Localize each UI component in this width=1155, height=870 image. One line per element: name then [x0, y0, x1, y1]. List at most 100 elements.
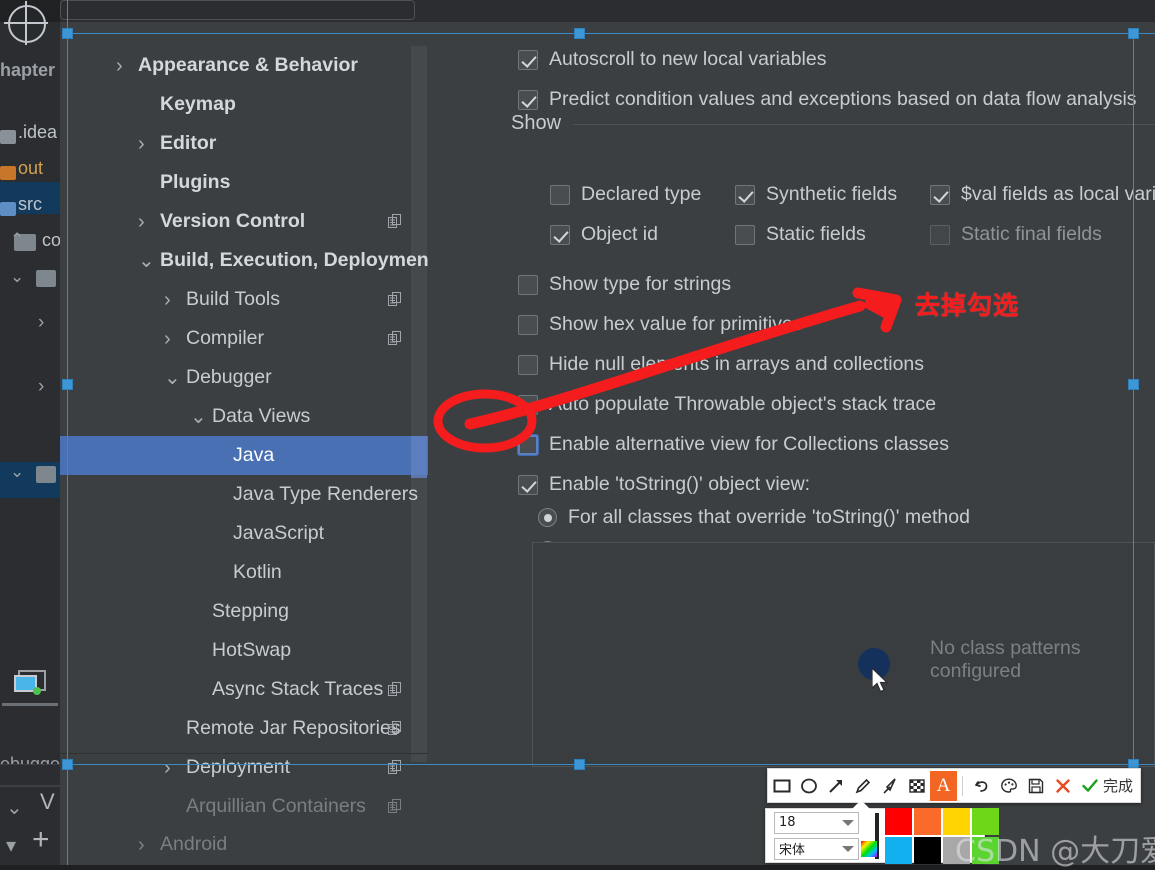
checkbox-autoscroll-to-new-local-variables[interactable]: [518, 49, 538, 70]
capture-toolbar[interactable]: A 完成: [767, 768, 1142, 803]
project-item-out[interactable]: out: [18, 158, 43, 179]
sidebar-item-plugins[interactable]: Plugins: [60, 163, 428, 202]
selection-handle-mr[interactable]: [1128, 379, 1139, 390]
checkbox-declared-type[interactable]: [550, 184, 570, 205]
chevron-right-icon[interactable]: ›: [164, 329, 171, 349]
project-item-src[interactable]: src: [18, 194, 42, 215]
selection-bottom-edge[interactable]: [67, 764, 1155, 765]
selection-handle-bc[interactable]: [574, 759, 585, 770]
sidebar-item-appearance-behavior[interactable]: › Appearance & Behavior: [60, 46, 428, 85]
sidebar-item-compiler[interactable]: › Compiler: [60, 319, 428, 358]
undo-button[interactable]: [968, 771, 995, 801]
settings-tree-pane[interactable]: › Appearance & Behavior Keymap › Editor Plugi…: [60, 22, 428, 865]
copy-settings-icon[interactable]: [388, 682, 402, 697]
checkbox-hide-null-elements-in-arrays-and-collections[interactable]: [518, 354, 538, 375]
sidebar-item-kotlin[interactable]: Kotlin: [60, 553, 428, 592]
copy-settings-icon[interactable]: [388, 799, 402, 814]
capture-style-panel[interactable]: 18 宋体: [765, 800, 999, 864]
color-swatch[interactable]: [914, 836, 941, 864]
checkbox-auto-populate-throwable-object-s-stack-trace[interactable]: [518, 394, 538, 415]
font-family-select[interactable]: 宋体: [774, 837, 859, 860]
checkbox-predict-condition-values-and-exceptions-based-on-data-flow-analysis[interactable]: [518, 89, 538, 110]
copy-settings-icon[interactable]: [388, 760, 402, 775]
checkbox-static-final-fields[interactable]: [930, 224, 950, 245]
checkbox-static-fields[interactable]: [735, 224, 755, 245]
arrow-tool[interactable]: [822, 771, 849, 801]
checkbox-show-type-for-strings[interactable]: [518, 274, 538, 295]
checkbox-row[interactable]: Static final fields: [930, 223, 1102, 246]
selection-handle-tr[interactable]: [1128, 28, 1139, 39]
add-icon[interactable]: +: [32, 825, 50, 855]
sidebar-item-javascript[interactable]: JavaScript: [60, 514, 428, 553]
sidebar-item-remote-jar-repositories[interactable]: Remote Jar Repositories: [60, 709, 428, 748]
sidebar-item-arquillian-containers[interactable]: Arquillian Containers: [60, 787, 428, 826]
chevron-right-icon[interactable]: ›: [138, 835, 145, 855]
debug-tool-icon[interactable]: [14, 670, 46, 695]
sidebar-item-java[interactable]: Java: [60, 436, 428, 475]
tree-scrollbar-thumb[interactable]: [411, 436, 427, 478]
copy-settings-icon[interactable]: [388, 214, 402, 229]
checkbox-object-id[interactable]: [550, 224, 570, 245]
chevron-right-icon[interactable]: ›: [138, 212, 145, 232]
sidebar-item-stepping[interactable]: Stepping: [60, 592, 428, 631]
copy-settings-icon[interactable]: [388, 292, 402, 307]
radio-row[interactable]: For all classes that override 'toString(…: [538, 506, 970, 529]
sidebar-item-async-stack-traces[interactable]: Async Stack Traces: [60, 670, 428, 709]
tree-scrollbar-track[interactable]: [411, 46, 427, 762]
project-item-chapter[interactable]: hapter: [0, 60, 55, 81]
checkbox-row[interactable]: Show type for strings: [518, 273, 731, 296]
font-size-select[interactable]: 18: [774, 811, 859, 834]
chevron-right-icon[interactable]: ›: [164, 758, 171, 778]
checkbox-row[interactable]: Declared type: [550, 183, 701, 206]
save-button[interactable]: [1022, 771, 1049, 801]
palette-button[interactable]: [995, 771, 1022, 801]
checkbox-row[interactable]: Autoscroll to new local variables: [518, 48, 826, 71]
checkbox-row[interactable]: Hide null elements in arrays and collect…: [518, 353, 924, 376]
sidebar-item-keymap[interactable]: Keymap: [60, 85, 428, 124]
pencil-tool[interactable]: [849, 771, 876, 801]
chevron-down-icon[interactable]: ⌄: [190, 407, 207, 427]
ellipse-tool[interactable]: [795, 771, 822, 801]
checkbox-row[interactable]: Show hex value for primitives: [518, 313, 803, 336]
project-item-idea[interactable]: .idea: [18, 122, 57, 143]
text-tool[interactable]: A: [930, 770, 957, 801]
sidebar-item-build-execution-deployment[interactable]: ⌄ Build, Execution, Deployment: [60, 241, 428, 280]
sidebar-item-hotswap[interactable]: HotSwap: [60, 631, 428, 670]
selection-right-edge[interactable]: [1133, 33, 1134, 765]
checkbox-enable-alternative-view-for-collections-classes[interactable]: [517, 433, 539, 456]
checkbox-enable-tostring-object-view[interactable]: [518, 474, 538, 495]
chevron-right-icon[interactable]: ›: [164, 290, 171, 310]
highlighter-tool[interactable]: [876, 771, 903, 801]
checkbox-row[interactable]: Synthetic fields: [735, 183, 897, 206]
sidebar-item-version-control[interactable]: › Version Control: [60, 202, 428, 241]
checkbox-show-hex-value-for-primitives[interactable]: [518, 314, 538, 335]
checkbox-row[interactable]: $val fields as local variables: [930, 183, 1155, 206]
selection-handle-tl[interactable]: [62, 28, 73, 39]
chevron-down-icon[interactable]: ⌄: [138, 251, 155, 271]
settings-search-box[interactable]: [60, 0, 415, 20]
chevron-right-icon[interactable]: ›: [138, 134, 145, 154]
copy-settings-icon[interactable]: [388, 331, 402, 346]
sidebar-item-editor[interactable]: › Editor: [60, 124, 428, 163]
checkbox-synthetic-fields[interactable]: [735, 184, 755, 205]
selection-top-edge[interactable]: [67, 33, 1155, 34]
mosaic-tool[interactable]: [903, 771, 930, 801]
sidebar-item-build-tools[interactable]: › Build Tools: [60, 280, 428, 319]
cancel-button[interactable]: [1049, 771, 1076, 801]
sidebar-item-android[interactable]: › Android: [60, 825, 428, 864]
chevron-right-icon[interactable]: ›: [116, 56, 123, 76]
color-swatch[interactable]: [914, 807, 941, 835]
chevron-down-icon[interactable]: ⌄: [164, 368, 181, 388]
sidebar-item-debugger[interactable]: ⌄ Debugger: [60, 358, 428, 397]
checkbox-row[interactable]: Auto populate Throwable object's stack t…: [518, 393, 936, 416]
confirm-button[interactable]: [1076, 771, 1103, 801]
color-swatch[interactable]: [885, 807, 912, 835]
checkbox-row[interactable]: Predict condition values and exceptions …: [518, 88, 1137, 111]
copy-settings-icon[interactable]: [388, 721, 402, 736]
selection-handle-bl[interactable]: [62, 759, 73, 770]
checkbox-row[interactable]: Enable 'toString()' object view:: [518, 473, 810, 496]
checkbox-row[interactable]: Object id: [550, 223, 658, 246]
sidebar-item-data-views[interactable]: ⌄ Data Views: [60, 397, 428, 436]
rectangle-tool[interactable]: [768, 771, 795, 801]
checkbox-row[interactable]: Enable alternative view for Collections …: [517, 433, 949, 456]
